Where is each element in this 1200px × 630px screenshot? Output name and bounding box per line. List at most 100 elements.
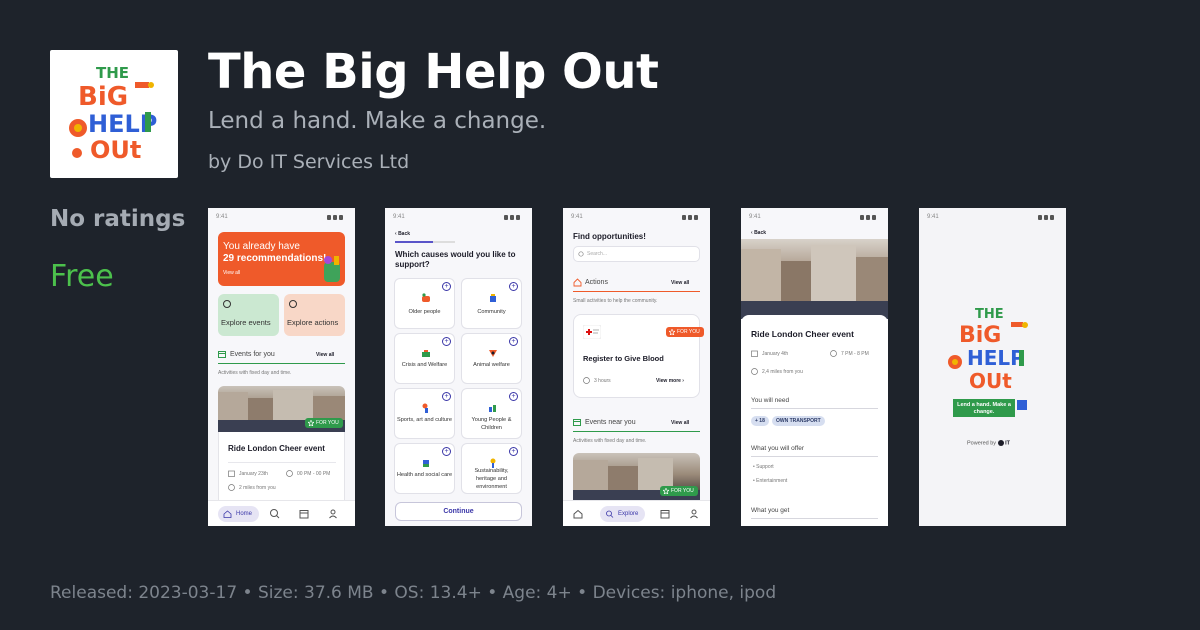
section-title: Events for you [230,351,275,358]
crisis-icon [422,350,430,357]
screenshot-3[interactable]: 9:41 Find opportunities! Search... Actio… [563,208,710,526]
explore-actions-card[interactable]: Explore actions [284,294,345,336]
progress-bar [395,241,455,243]
cause-sustainability[interactable]: + Sustainability, heritage and environmen… [461,443,522,494]
profile-icon[interactable] [687,507,701,521]
location-icon [228,484,235,491]
action-title: Register to Give Blood [583,354,664,363]
cause-sports-art-culture[interactable]: + Sports, art and culture [394,388,455,439]
blood-donation-logo-icon [583,325,601,339]
event-date: January 23th [239,471,268,477]
view-all-link[interactable]: View all [671,420,689,426]
home-icon [223,510,232,518]
offer-heading: What you will offer [751,445,804,452]
app-subtitle: Lend a hand. Make a change. [208,108,547,134]
search-icon [606,510,614,518]
for-you-badge: FOR YOU [305,418,343,428]
tab-home[interactable]: Home [218,506,260,522]
plus-icon: + [509,337,518,346]
view-all-link[interactable]: View all [316,352,334,358]
calendar-icon [573,419,581,426]
screenshot-4[interactable]: 9:41 ‹ Back Ride London Cheer event Janu… [741,208,888,526]
tab-bar: Home [208,500,355,526]
explore-events-card[interactable]: Explore events [218,294,279,336]
search-icon [289,300,297,308]
page-heading: Find opportunities! [573,232,646,241]
ratings-label: No ratings [50,206,186,232]
tab-explore[interactable]: Explore [600,506,646,522]
svg-text:THE: THE [975,307,1004,322]
calendar-icon [751,350,758,357]
house-icon [573,278,582,287]
offer-item: • Support [753,464,774,470]
home-icon[interactable] [571,507,585,521]
search-icon [223,300,231,308]
for-you-badge: FOR YOU [660,486,698,496]
actions-title: Actions [585,279,608,286]
event-title: Ride London Cheer event [751,329,854,339]
event-distance: 2 miles from you [239,485,276,491]
clock-icon [830,350,837,357]
profile-icon[interactable] [326,507,340,521]
cause-crisis-welfare[interactable]: + Crisis and Welfare [394,333,455,384]
plus-icon: + [509,282,518,291]
back-button[interactable]: ‹ Back [751,230,766,236]
screenshot-1[interactable]: 9:41 You already have 29 recommendations… [208,208,355,526]
continue-button[interactable]: Continue [395,502,522,521]
svg-text:HELP: HELP [967,346,1025,370]
svg-text:THE: THE [96,64,129,82]
cause-older-people[interactable]: + Older people [394,278,455,329]
get-heading: What you get [751,507,790,514]
action-duration: 3 hours [594,378,611,384]
clock-icon [286,470,293,477]
cause-community[interactable]: + Community [461,278,522,329]
back-button[interactable]: ‹ Back [395,231,410,237]
need-tag: OWN TRANSPORT [772,416,825,426]
calendar-icon[interactable] [658,507,672,521]
section-subtitle: Activities with fixed day and time. [218,370,292,376]
search-icon[interactable] [268,507,282,521]
plus-icon: + [442,337,451,346]
calendar-icon [218,351,226,358]
svg-text:BiG: BiG [78,82,128,112]
svg-text:BiG: BiG [959,323,1001,348]
cause-animal-welfare[interactable]: + Animal welfare [461,333,522,384]
plus-icon: + [509,447,518,456]
screenshot-2[interactable]: 9:41 ‹ Back Which causes would you like … [385,208,532,526]
event-title: Ride London Cheer event [228,444,325,453]
cause-young-people-children[interactable]: + Young People & Children [461,388,522,439]
price-label[interactable]: Free [50,259,114,294]
view-all-link[interactable]: View all [671,280,689,286]
star-icon [662,487,670,495]
event-card[interactable]: Ride London Cheer event January 23th 00 … [218,432,345,502]
for-you-badge: FOR YOU [666,327,704,337]
status-bar: 9:41 [571,214,702,222]
search-input[interactable]: Search... [573,246,700,262]
view-more-link[interactable]: View more › [656,378,684,384]
svg-text:OUt: OUt [90,136,141,164]
hand-illustration-icon [324,256,340,282]
cause-health-social-care[interactable]: + Health and social care [394,443,455,494]
plus-icon: + [442,282,451,291]
event-time: 00 PM - 00 PM [297,471,331,477]
calendar-icon[interactable] [297,507,311,521]
action-card[interactable]: FOR YOU Register to Give Blood 3 hours V… [573,314,704,398]
location-icon [751,368,758,375]
event-date: January 4th [762,351,789,357]
animal-icon [489,350,497,357]
developer-link[interactable]: by Do IT Services Ltd [208,151,409,173]
clock-icon [583,377,590,384]
app-title: The Big Help Out [208,44,659,100]
sports-icon [422,403,428,413]
community-icon [490,294,496,302]
plus-icon: + [509,392,518,401]
screenshot-5[interactable]: 9:41 THE BiG HELP OUt Lend a hand. Make … [919,208,1066,526]
recommendations-banner[interactable]: You already have 29 recommendations! Vie… [218,232,345,286]
events-subtitle: Activities with fixed day and time. [573,438,647,444]
offer-item: • Entertainment [753,478,788,484]
event-time: 7 PM - 8 PM [841,351,869,357]
big-help-out-logo-icon: THE BiG HELP OUt [69,64,157,164]
star-icon [668,328,676,336]
status-bar: 9:41 [393,214,524,222]
event-photo [741,239,888,319]
